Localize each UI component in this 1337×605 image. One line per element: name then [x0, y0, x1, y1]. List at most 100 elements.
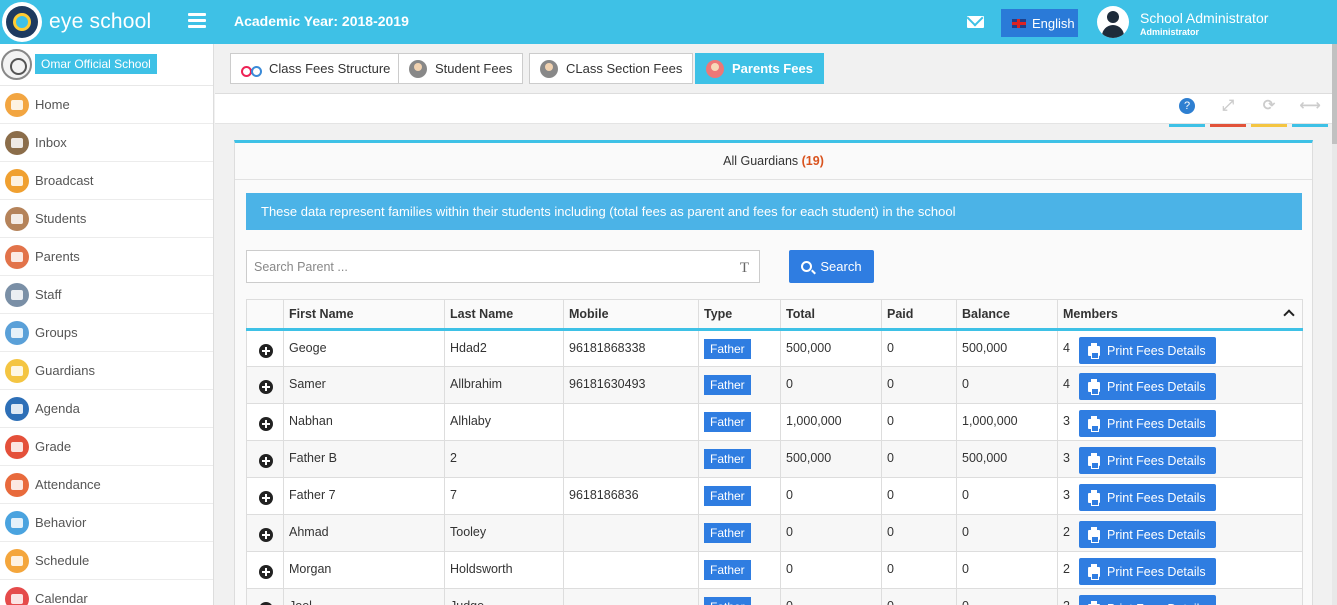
sidebar-item-label: Parents: [35, 249, 80, 264]
type-badge: Father: [704, 412, 751, 432]
family-icon: [706, 59, 724, 78]
column-header-members[interactable]: Members: [1057, 299, 1303, 331]
sidebar-item-behavior[interactable]: Behavior: [0, 504, 213, 542]
expand-row-icon[interactable]: [259, 344, 273, 358]
tab-parents-fees[interactable]: Parents Fees: [695, 53, 824, 84]
cell-paid: 0: [881, 477, 957, 515]
language-button[interactable]: English: [1001, 9, 1078, 37]
panel-toolbar: ? ⤢ ⟳ ⟷: [215, 94, 1332, 127]
students-icon: [5, 206, 29, 231]
print-fees-details-button[interactable]: Print Fees Details: [1079, 595, 1216, 605]
cell-mobile: 96181868338: [563, 329, 699, 367]
column-header[interactable]: Type: [698, 299, 781, 331]
printer-icon: [1088, 563, 1100, 580]
expand-row-icon[interactable]: [259, 380, 273, 394]
sidebar-item-parents[interactable]: Parents: [0, 238, 213, 276]
column-header[interactable]: Last Name: [444, 299, 564, 331]
sidebar-item-broadcast[interactable]: Broadcast: [0, 162, 213, 200]
menu-icon[interactable]: [188, 13, 206, 29]
cell-balance: 0: [956, 514, 1058, 552]
cell-total: 1,000,000: [780, 403, 882, 441]
tab-label: Parents Fees: [732, 61, 813, 76]
print-fees-details-button[interactable]: Print Fees Details: [1079, 484, 1216, 511]
behavior-icon: [5, 510, 29, 535]
sidebar-item-label: Home: [35, 97, 70, 112]
mail-icon[interactable]: [967, 16, 984, 28]
cell-members: 4 Print Fees Details: [1057, 329, 1303, 367]
cell-total: 0: [780, 366, 882, 404]
school-name-badge[interactable]: Omar Official School: [35, 53, 157, 74]
sidebar-item-home[interactable]: Home: [0, 86, 213, 124]
cell-first: Samer: [283, 366, 445, 404]
column-header[interactable]: Paid: [881, 299, 957, 331]
expand-row-icon[interactable]: [259, 528, 273, 542]
guardians-table: First Name Last Name Mobile Type Total P…: [246, 299, 1303, 605]
members-count: 2: [1063, 562, 1070, 576]
members-count: 3: [1063, 488, 1070, 502]
column-header[interactable]: Balance: [956, 299, 1058, 331]
sidebar-item-calendar[interactable]: Calendar: [0, 580, 213, 605]
table-row: Father 7 7 9618186836 Father 0 0 0 3 Print Fees …: [246, 477, 1303, 515]
column-header[interactable]: Mobile: [563, 299, 699, 331]
user-name[interactable]: School Administrator: [1140, 10, 1268, 26]
type-badge: Father: [704, 560, 751, 580]
search-box[interactable]: T: [246, 250, 760, 283]
user-avatar-icon[interactable]: [1097, 6, 1129, 38]
expand-row-icon[interactable]: [259, 491, 273, 505]
fullscreen-icon[interactable]: ⤢: [1210, 96, 1246, 127]
scroll-thumb[interactable]: [1332, 44, 1337, 144]
table-row: Samer Allbrahim 96181630493 Father 0 0 0 4 Print…: [246, 366, 1303, 404]
tab-class-section-fees[interactable]: CLass Section Fees: [529, 53, 694, 84]
sidebar-item-guardians[interactable]: Guardians: [0, 352, 213, 390]
tab-class-fees-structure[interactable]: Class Fees Structure: [230, 53, 402, 84]
search-button[interactable]: Search: [789, 250, 874, 283]
cell-total: 0: [780, 514, 882, 552]
sidebar-item-students[interactable]: Students: [0, 200, 213, 238]
cell-paid: 0: [881, 440, 957, 478]
expand-row-icon[interactable]: [259, 417, 273, 431]
refresh-icon[interactable]: ⟳: [1251, 96, 1287, 127]
collapse-up-icon[interactable]: [1283, 309, 1295, 321]
sidebar-item-inbox[interactable]: Inbox: [0, 124, 213, 162]
print-fees-details-button[interactable]: Print Fees Details: [1079, 337, 1216, 364]
student-icon: [409, 59, 427, 78]
cell-total: 500,000: [780, 440, 882, 478]
tab-student-fees[interactable]: Student Fees: [398, 53, 524, 84]
user-role: Administrator: [1140, 27, 1200, 37]
table-row: JoelJudgeFather0002Print Fees Details: [246, 588, 1303, 605]
column-header[interactable]: First Name: [283, 299, 445, 331]
print-button-label: Print Fees Details: [1107, 453, 1206, 468]
resize-icon[interactable]: ⟷: [1292, 96, 1328, 127]
cell-last: Hdad2: [444, 329, 564, 367]
sidebar-item-agenda[interactable]: Agenda: [0, 390, 213, 428]
expand-row-icon[interactable]: [259, 454, 273, 468]
guardian-count: (19): [801, 154, 824, 168]
sidebar-item-label: Groups: [35, 325, 78, 340]
help-underline: [1169, 124, 1205, 127]
guardians-icon: [5, 358, 29, 383]
app-logo[interactable]: eye school: [2, 2, 151, 42]
column-header[interactable]: Total: [780, 299, 882, 331]
print-button-label: Print Fees Details: [1107, 379, 1206, 394]
print-fees-details-button[interactable]: Print Fees Details: [1079, 558, 1216, 585]
glasses-icon: [241, 64, 262, 77]
sidebar-item-schedule[interactable]: Schedule: [0, 542, 213, 580]
sidebar-item-groups[interactable]: Groups: [0, 314, 213, 352]
print-fees-details-button[interactable]: Print Fees Details: [1079, 373, 1216, 400]
cell-paid: 0: [881, 588, 957, 605]
expand-row-icon[interactable]: [259, 565, 273, 579]
print-fees-details-button[interactable]: Print Fees Details: [1079, 521, 1216, 548]
help-icon[interactable]: ?: [1169, 96, 1205, 127]
school-logo-icon: [1, 49, 32, 80]
print-fees-details-button[interactable]: Print Fees Details: [1079, 447, 1216, 474]
sidebar-item-attendance[interactable]: Attendance: [0, 466, 213, 504]
fullscreen-underline: [1210, 124, 1246, 127]
print-fees-details-button[interactable]: Print Fees Details: [1079, 410, 1216, 437]
print-button-label: Print Fees Details: [1107, 564, 1206, 579]
cell-last: Alhlaby: [444, 403, 564, 441]
page-scrollbar[interactable]: [1332, 44, 1337, 605]
search-input[interactable]: [254, 259, 724, 274]
sidebar-item-grade[interactable]: Grade: [0, 428, 213, 466]
printer-icon: [1088, 378, 1100, 395]
sidebar-item-staff[interactable]: Staff: [0, 276, 213, 314]
